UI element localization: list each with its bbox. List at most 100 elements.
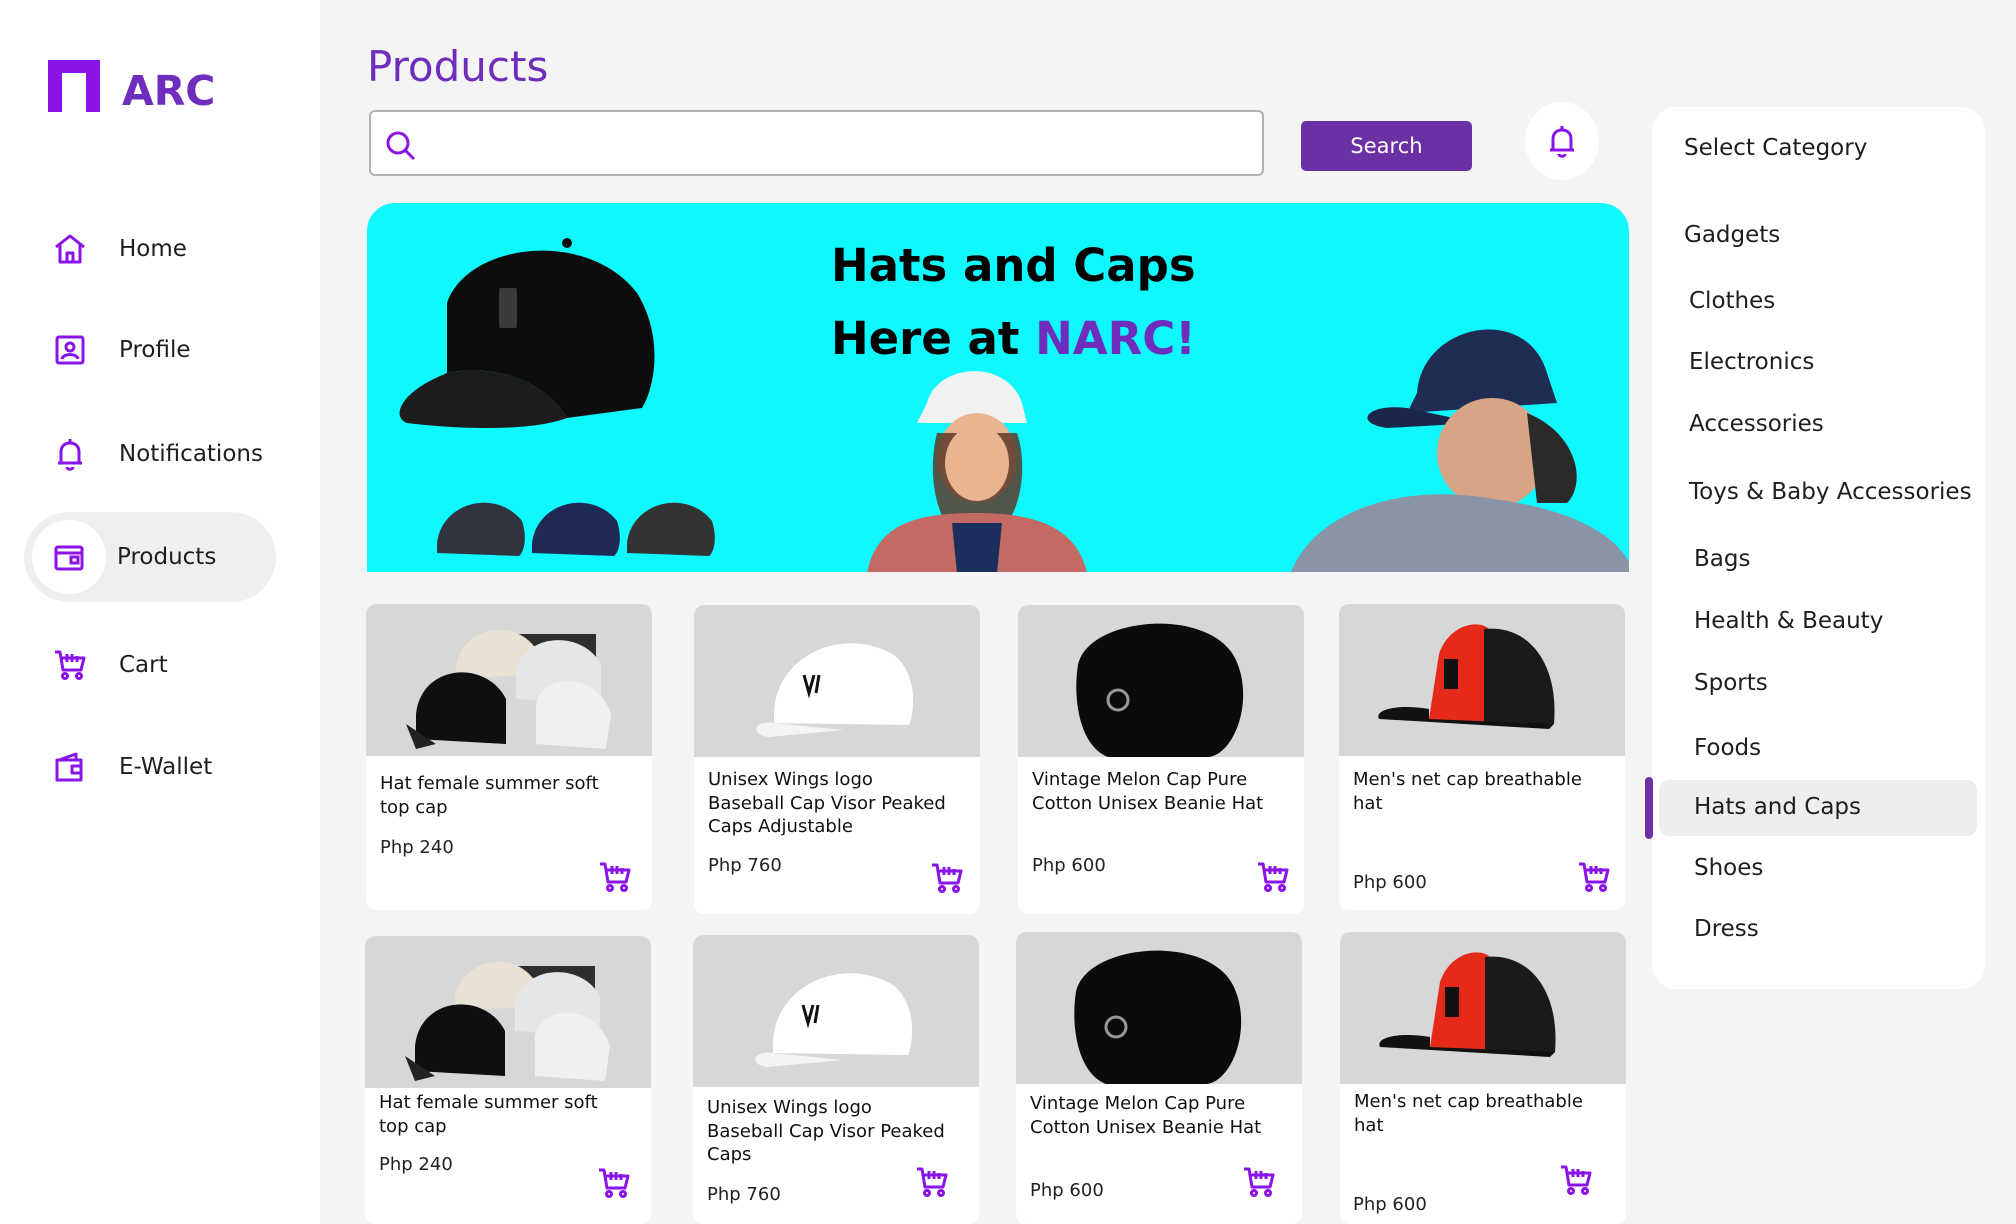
product-name: Vintage Melon Cap Pure Cotton Unisex Bea… (1032, 769, 1264, 814)
woman-photo-image (867, 371, 1087, 572)
search-input[interactable] (431, 122, 1251, 164)
search-button[interactable]: Search (1301, 121, 1472, 171)
category-item-toys-baby-accessories[interactable]: Toys & Baby Accessories (1652, 465, 1985, 519)
product-price: Php 600 (1032, 855, 1106, 876)
product-price: Php 600 (1353, 872, 1427, 893)
category-selected-indicator (1645, 777, 1653, 839)
product-name: Hat female summer soft top cap (380, 773, 599, 818)
category-item-sports[interactable]: Sports (1652, 656, 1985, 710)
add-to-cart-icon[interactable] (598, 860, 632, 894)
sidebar-item-notifications[interactable]: Notifications (24, 409, 276, 499)
white-cap-image (756, 643, 914, 737)
category-item-hats-and-caps[interactable]: Hats and Caps (1645, 777, 1985, 839)
small-caps-image (437, 502, 715, 556)
product-card[interactable]: Men's net cap breathable hat Php 600 (1340, 932, 1626, 1224)
product-image (693, 935, 979, 1087)
product-name: Men's net cap breathable hat (1353, 769, 1582, 814)
product-price: Php 240 (380, 837, 454, 858)
profile-icon (50, 330, 90, 370)
category-item-electronics[interactable]: Electronics (1652, 335, 1985, 389)
notification-button[interactable] (1525, 102, 1599, 180)
product-price: Php 760 (708, 855, 782, 876)
category-item-health-beauty[interactable]: Health & Beauty (1652, 594, 1985, 648)
sidebar-item-cart[interactable]: Cart (24, 620, 276, 710)
logo-mark-icon (48, 60, 100, 112)
product-card[interactable]: Vintage Melon Cap Pure Cotton Unisex Bea… (1018, 605, 1304, 914)
add-to-cart-icon[interactable] (1242, 1165, 1276, 1199)
category-item-shoes[interactable]: Shoes (1652, 841, 1985, 895)
category-label: Dress (1694, 916, 1759, 942)
product-image (1340, 932, 1626, 1084)
product-image (694, 605, 980, 757)
category-item-bags[interactable]: Bags (1652, 532, 1985, 586)
search-icon (386, 131, 416, 161)
products-icon (32, 520, 106, 594)
category-label: Gadgets (1684, 222, 1781, 248)
search-bar[interactable] (369, 110, 1264, 176)
add-to-cart-icon[interactable] (1559, 1163, 1593, 1197)
product-image (1018, 605, 1304, 757)
product-image (1016, 932, 1302, 1084)
sidebar-item-e-wallet[interactable]: E-Wallet (24, 722, 276, 812)
cap-set-image (406, 629, 611, 749)
bell-icon (50, 434, 90, 474)
category-label: Clothes (1689, 288, 1776, 314)
add-to-cart-icon[interactable] (930, 861, 964, 895)
category-label: Accessories (1689, 411, 1824, 437)
category-panel-title: Select Category (1684, 135, 1868, 161)
product-card[interactable]: Unisex Wings logo Baseball Cap Visor Pea… (694, 605, 980, 914)
sidebar-item-label: Products (117, 544, 217, 570)
banner-line-1: Hats and Caps (831, 239, 1196, 292)
category-item-clothes[interactable]: Clothes (1652, 274, 1985, 328)
cart-icon (50, 645, 90, 685)
cap-set-image (405, 961, 610, 1081)
black-melon-cap-image (1076, 623, 1244, 757)
product-price: Php 760 (707, 1184, 781, 1205)
category-label: Bags (1694, 546, 1751, 572)
product-card[interactable]: Hat female summer soft top cap Php 240 (365, 936, 651, 1224)
sidebar-item-home[interactable]: Home (24, 204, 276, 294)
product-image (365, 936, 651, 1088)
sidebar: ARC Home Profile Notifications Products … (0, 0, 320, 1224)
category-panel: Select Category Gadgets Clothes Electron… (1645, 107, 1985, 989)
man-photo-image (1290, 329, 1629, 572)
add-to-cart-icon[interactable] (597, 1166, 631, 1200)
category-item-dress[interactable]: Dress (1652, 902, 1985, 956)
sidebar-item-profile[interactable]: Profile (24, 305, 276, 395)
home-icon (50, 229, 90, 269)
product-name: Vintage Melon Cap Pure Cotton Unisex Bea… (1030, 1093, 1262, 1138)
banner-headline: Hats and Caps Here at NARC! (831, 229, 1196, 375)
white-cap-image (755, 973, 913, 1067)
red-net-cap-image (1378, 624, 1555, 729)
brand-logo[interactable]: ARC (44, 42, 215, 112)
category-label: Shoes (1694, 855, 1764, 881)
sidebar-item-label: Home (119, 236, 187, 262)
sidebar-item-products[interactable]: Products (24, 512, 276, 602)
product-price: Php 240 (379, 1154, 453, 1175)
product-name: Hat female summer soft top cap (379, 1092, 598, 1137)
category-label: Electronics (1689, 349, 1815, 375)
product-name: Unisex Wings logo Baseball Cap Visor Pea… (708, 769, 946, 837)
product-price: Php 600 (1353, 1194, 1427, 1215)
black-cap-image (399, 238, 655, 428)
category-item-foods[interactable]: Foods (1652, 721, 1985, 775)
wallet-icon (50, 747, 90, 787)
black-melon-cap-image (1074, 950, 1242, 1084)
product-name: Men's net cap breathable hat (1354, 1091, 1583, 1136)
add-to-cart-icon[interactable] (1256, 860, 1290, 894)
product-card[interactable]: Men's net cap breathable hat Php 600 (1339, 604, 1625, 910)
promo-banner[interactable]: Hats and Caps Here at NARC! (367, 203, 1629, 572)
product-image (366, 604, 652, 756)
add-to-cart-icon[interactable] (1577, 860, 1611, 894)
product-card[interactable]: Vintage Melon Cap Pure Cotton Unisex Bea… (1016, 932, 1302, 1224)
page-title: Products (367, 42, 549, 91)
category-label: Sports (1694, 670, 1768, 696)
category-item-gadgets[interactable]: Gadgets (1652, 208, 1985, 262)
category-label: Health & Beauty (1694, 608, 1884, 634)
category-item-accessories[interactable]: Accessories (1652, 397, 1985, 451)
category-label: Foods (1694, 735, 1762, 761)
add-to-cart-icon[interactable] (915, 1165, 949, 1199)
sidebar-item-label: Profile (119, 337, 191, 363)
product-card[interactable]: Hat female summer soft top cap Php 240 (366, 604, 652, 910)
product-card[interactable]: Unisex Wings logo Baseball Cap Visor Pea… (693, 935, 979, 1224)
